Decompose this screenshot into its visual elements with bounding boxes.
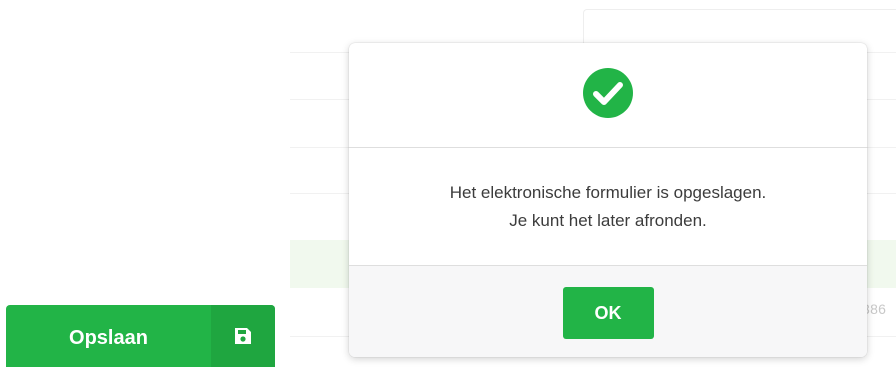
dialog-message-line-2: Je kunt het later afronden.	[509, 210, 707, 230]
dialog-header	[349, 43, 867, 148]
dialog-message-line-1: Het elektronische formulier is opgeslage…	[449, 182, 767, 202]
check-circle-icon	[582, 67, 634, 124]
dialog-footer: OK	[349, 266, 867, 357]
save-button[interactable]: Opslaan	[6, 305, 275, 367]
save-button-label: Opslaan	[69, 326, 148, 349]
floppy-disk-icon	[211, 305, 275, 367]
ok-button[interactable]: OK	[562, 287, 654, 339]
success-dialog: Het elektronische formulier is opgeslage…	[349, 43, 867, 357]
dialog-body: Het elektronische formulier is opgeslage…	[349, 148, 867, 266]
